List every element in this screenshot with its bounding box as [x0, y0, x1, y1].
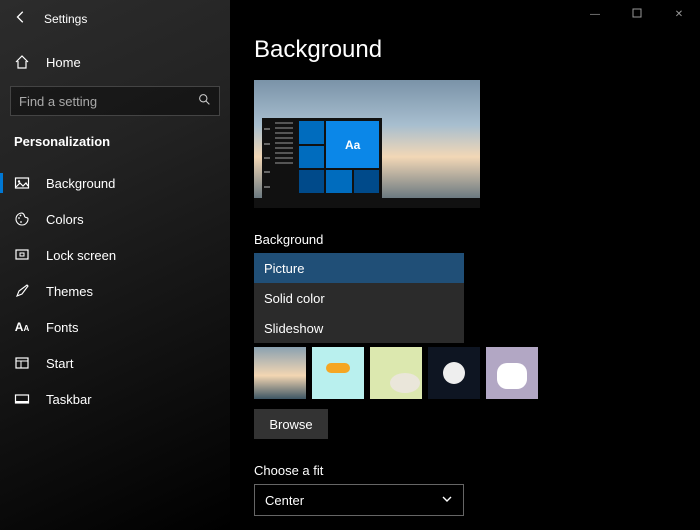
background-dropdown[interactable]: Picture Solid color Slideshow	[254, 253, 464, 343]
maximize-icon	[632, 8, 642, 21]
sidebar-item-fonts[interactable]: AA Fonts	[0, 309, 230, 345]
image-thumb[interactable]	[428, 347, 480, 399]
sidebar-item-label: Lock screen	[46, 248, 116, 263]
sidebar-item-themes[interactable]: Themes	[0, 273, 230, 309]
option-label: Slideshow	[264, 321, 323, 336]
background-label: Background	[254, 232, 676, 247]
sidebar-item-label: Colors	[46, 212, 84, 227]
fit-dropdown[interactable]: Center	[254, 484, 464, 516]
sidebar: Settings Home Personalization Background…	[0, 0, 230, 530]
main-content: — ✕ Background Aa Background Picture Sol…	[230, 0, 700, 530]
dropdown-option-solidcolor[interactable]: Solid color	[254, 283, 464, 313]
sidebar-item-taskbar[interactable]: Taskbar	[0, 381, 230, 417]
option-label: Picture	[264, 261, 304, 276]
image-thumb[interactable]	[312, 347, 364, 399]
minimize-button[interactable]: —	[574, 0, 616, 28]
sidebar-item-background[interactable]: Background	[0, 165, 230, 201]
start-icon	[14, 355, 30, 371]
sidebar-item-lockscreen[interactable]: Lock screen	[0, 237, 230, 273]
image-thumb[interactable]	[486, 347, 538, 399]
sidebar-item-label: Background	[46, 176, 115, 191]
sidebar-header: Settings	[0, 0, 230, 38]
search-field[interactable]	[19, 94, 198, 109]
sidebar-item-label: Taskbar	[46, 392, 92, 407]
desktop-preview: Aa	[254, 80, 480, 208]
dropdown-option-slideshow[interactable]: Slideshow	[254, 313, 464, 343]
nav-list: Background Colors Lock screen Themes AA …	[0, 165, 230, 417]
back-icon[interactable]	[14, 10, 28, 28]
search-container	[0, 80, 230, 122]
chevron-down-icon	[441, 493, 453, 508]
lock-icon	[14, 247, 30, 263]
palette-icon	[14, 211, 30, 227]
browse-label: Browse	[269, 417, 312, 432]
recent-images	[254, 347, 676, 399]
font-icon: AA	[14, 320, 30, 334]
picture-icon	[14, 175, 30, 191]
preview-start-menu: Aa	[262, 118, 382, 198]
home-button[interactable]: Home	[0, 44, 230, 80]
preview-taskbar	[254, 198, 480, 208]
home-icon	[14, 54, 30, 70]
window-title: Settings	[44, 12, 87, 26]
taskbar-icon	[14, 391, 30, 407]
close-icon: ✕	[675, 9, 683, 20]
sidebar-item-label: Themes	[46, 284, 93, 299]
dropdown-option-picture[interactable]: Picture	[254, 253, 464, 283]
sidebar-item-colors[interactable]: Colors	[0, 201, 230, 237]
browse-button[interactable]: Browse	[254, 409, 328, 439]
maximize-button[interactable]	[616, 0, 658, 28]
search-icon	[198, 93, 211, 109]
image-thumb[interactable]	[370, 347, 422, 399]
page-title: Background	[254, 36, 676, 64]
close-button[interactable]: ✕	[658, 0, 700, 28]
sidebar-item-start[interactable]: Start	[0, 345, 230, 381]
search-input[interactable]	[10, 86, 220, 116]
image-thumb[interactable]	[254, 347, 306, 399]
option-label: Solid color	[264, 291, 325, 306]
fit-selected-value: Center	[265, 493, 304, 508]
brush-icon	[14, 283, 30, 299]
sidebar-item-label: Fonts	[46, 320, 79, 335]
window-controls: — ✕	[574, 0, 700, 28]
minimize-icon: —	[590, 9, 600, 20]
fit-label: Choose a fit	[254, 463, 676, 478]
category-heading: Personalization	[0, 122, 230, 159]
preview-tile-text: Aa	[326, 121, 379, 168]
home-label: Home	[46, 55, 81, 70]
sidebar-item-label: Start	[46, 356, 73, 371]
